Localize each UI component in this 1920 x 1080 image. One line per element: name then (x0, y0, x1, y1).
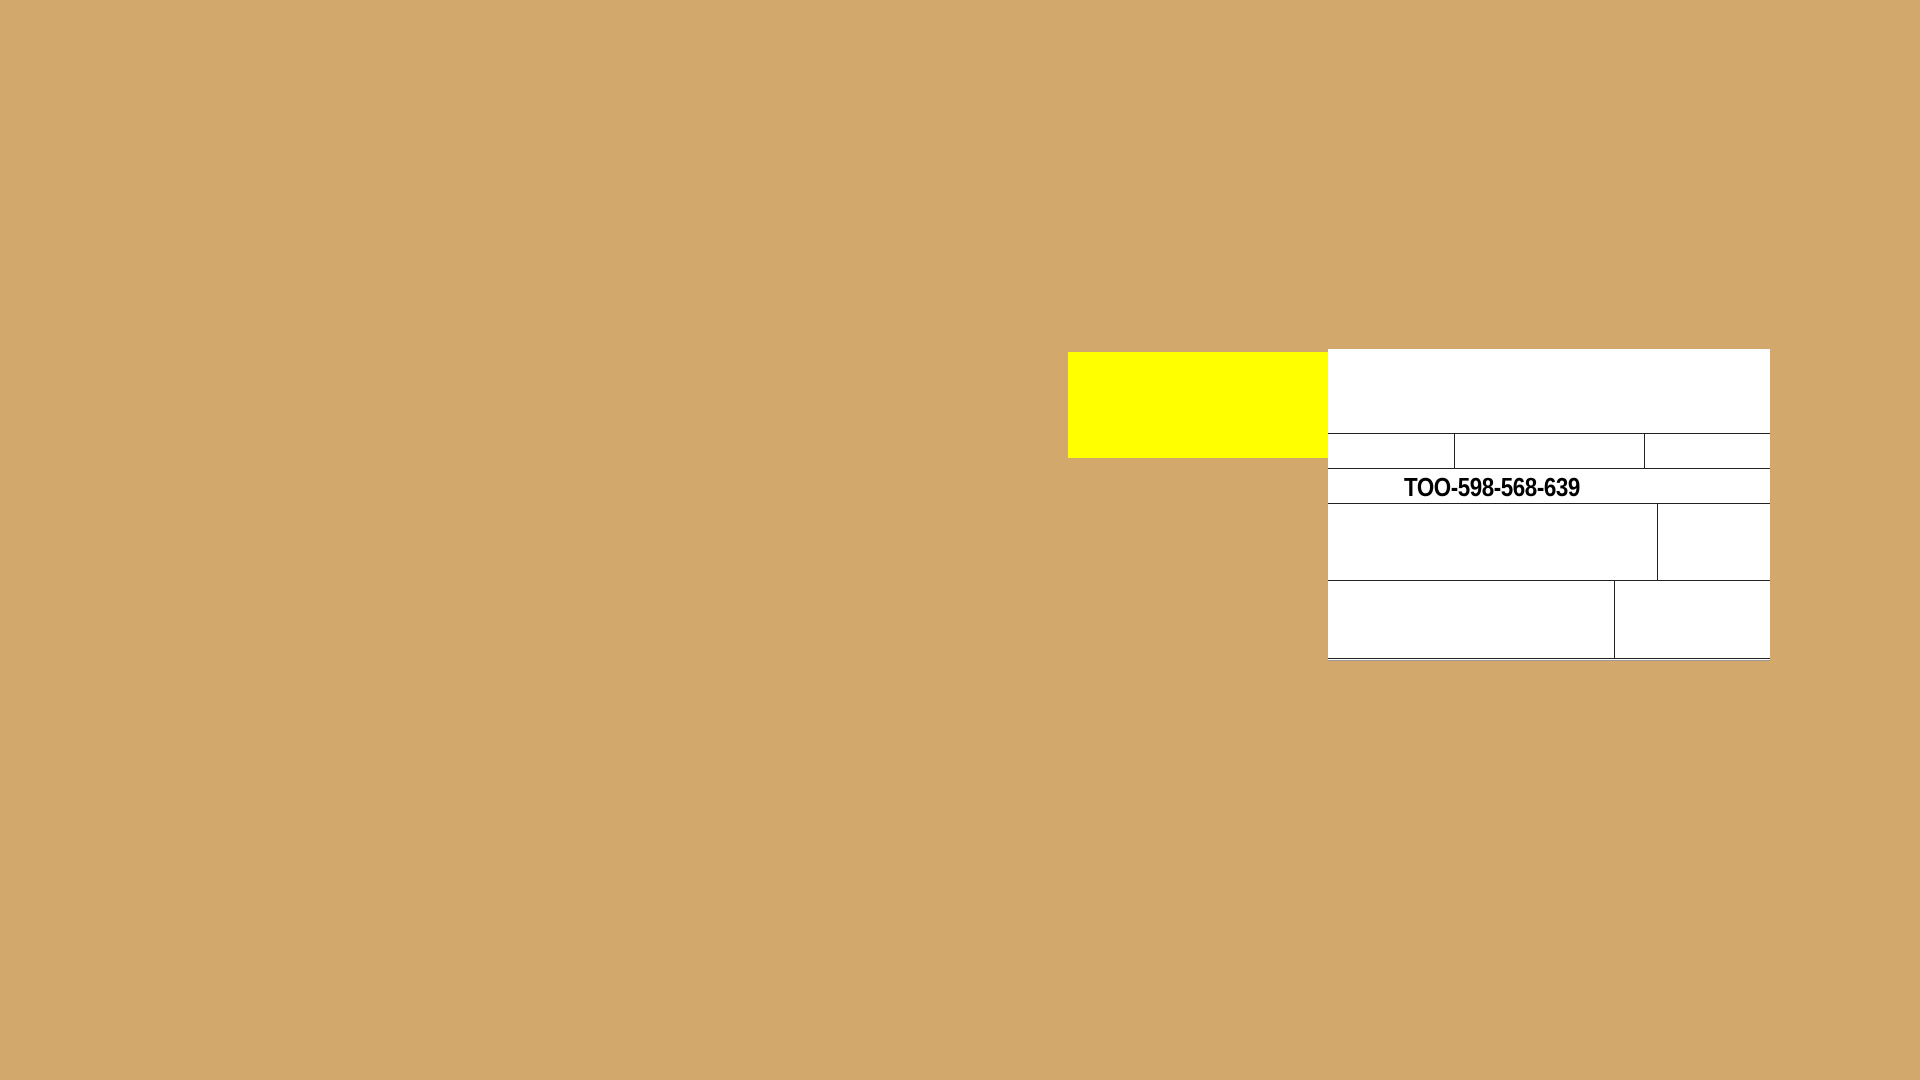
label-edge (1328, 660, 1770, 661)
shipping-label: TOO-598-568-639 (1328, 349, 1770, 661)
label-address-row (1328, 504, 1770, 581)
label-footer-row (1328, 581, 1770, 659)
label-header-area (1328, 349, 1770, 434)
tracking-number: TOO-598-568-639 (1404, 472, 1580, 502)
label-info-row (1328, 434, 1770, 469)
label-divider (1644, 434, 1645, 468)
package-surface: TOO-598-568-639 (0, 0, 1920, 1080)
yellow-sticker (1068, 352, 1328, 458)
label-divider (1614, 581, 1615, 658)
label-tracking-row: TOO-598-568-639 (1328, 469, 1770, 504)
label-divider (1657, 504, 1658, 580)
label-divider (1454, 434, 1455, 468)
